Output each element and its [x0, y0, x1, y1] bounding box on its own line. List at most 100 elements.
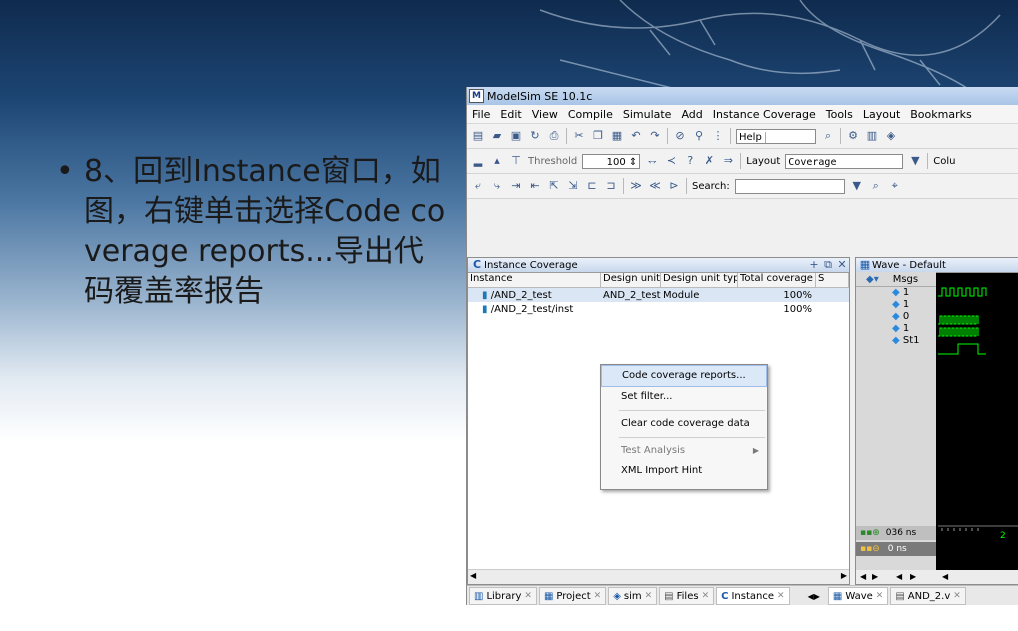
- search-icon[interactable]: ⌕: [869, 179, 883, 193]
- menu-bookmarks[interactable]: Bookmarks: [905, 108, 976, 121]
- coverage-bars-icon[interactable]: ▂: [471, 154, 485, 168]
- menu-tools[interactable]: Tools: [821, 108, 858, 121]
- tab-close-icon[interactable]: ✕: [777, 591, 785, 601]
- column-header[interactable]: Design unit: [601, 273, 661, 287]
- tab-and2-v[interactable]: ▤ AND_2.v ✕: [890, 587, 966, 605]
- column-header[interactable]: Design unit type: [661, 273, 738, 287]
- column-header[interactable]: Total coverage: [738, 273, 816, 287]
- step-out-icon[interactable]: ⇤: [528, 179, 542, 193]
- threshold-input[interactable]: 100 ⇕: [582, 153, 641, 169]
- print-icon[interactable]: ⎙: [547, 129, 561, 143]
- menu-item-clear-coverage[interactable]: Clear code coverage data: [601, 414, 767, 434]
- search-dropdown-icon[interactable]: ▼: [850, 179, 864, 193]
- question-icon[interactable]: ?: [683, 154, 697, 168]
- cursor-tools-icon[interactable]: ▪▪⊕: [860, 528, 880, 538]
- exclude-icon[interactable]: ✗: [702, 154, 716, 168]
- tab-wave[interactable]: ▦ Wave ✕: [827, 587, 889, 605]
- layout-select[interactable]: Coverage: [785, 153, 904, 169]
- search-input[interactable]: [734, 178, 845, 194]
- tab-close-icon[interactable]: ✕: [645, 591, 653, 601]
- tab-scroll-icon[interactable]: ◀▶: [808, 592, 820, 601]
- table-row[interactable]: ▮ /AND_2_test AND_2_test Module 100%: [468, 288, 849, 302]
- wave-shift-icon[interactable]: ≪: [648, 179, 662, 193]
- find-icon[interactable]: ⚲: [692, 129, 706, 143]
- save-icon[interactable]: ▣: [509, 129, 523, 143]
- wave-scrollbar[interactable]: ◀ ▶ ◀ ▶ ◀: [856, 570, 1018, 584]
- help-field[interactable]: Help: [736, 128, 816, 144]
- end-icon[interactable]: ⊐: [604, 179, 618, 193]
- tab-sim[interactable]: ◈ sim ✕: [608, 587, 658, 605]
- menu-item-set-filter[interactable]: Set filter...: [601, 387, 767, 407]
- coverage-filter-icon[interactable]: ⊤: [509, 154, 523, 168]
- menu-item-test-analysis[interactable]: Test Analysis ▶: [601, 441, 767, 461]
- compile-icon[interactable]: ⚙: [846, 129, 860, 143]
- menu-layout[interactable]: Layout: [858, 108, 905, 121]
- step-icon[interactable]: ⤶: [471, 179, 485, 193]
- wave-cursor-icon[interactable]: ⊳: [667, 179, 681, 193]
- tab-instance[interactable]: C Instance ✕: [716, 587, 790, 605]
- menu-file[interactable]: File: [467, 108, 495, 121]
- signal-tool-icon[interactable]: ◆▾: [866, 274, 879, 285]
- menu-item-code-coverage-reports[interactable]: Code coverage reports...: [601, 365, 767, 387]
- tab-close-icon[interactable]: ✕: [524, 591, 532, 601]
- tab-files[interactable]: ▤ Files ✕: [659, 587, 715, 605]
- wave-insert-icon[interactable]: ≫: [629, 179, 643, 193]
- pane-undock-icon[interactable]: ⧉: [821, 258, 835, 272]
- signal-row[interactable]: ◆ 1: [856, 299, 936, 311]
- open-folder-icon[interactable]: ▰: [490, 129, 504, 143]
- pane-add-icon[interactable]: +: [807, 258, 821, 272]
- reload-icon[interactable]: ↻: [528, 129, 542, 143]
- break-point-icon[interactable]: ⊏: [585, 179, 599, 193]
- tab-close-icon[interactable]: ✕: [953, 591, 961, 601]
- arrow-right-icon[interactable]: ⇒: [721, 154, 735, 168]
- collapse-icon[interactable]: ⋮: [711, 129, 725, 143]
- break-icon[interactable]: ⊘: [673, 129, 687, 143]
- chevron-down-icon[interactable]: ▼: [908, 154, 922, 168]
- waveform-display[interactable]: 2: [938, 272, 1018, 572]
- scroll-left-icon[interactable]: ◀: [896, 572, 902, 581]
- tab-close-icon[interactable]: ✕: [876, 591, 884, 601]
- signal-row[interactable]: ◆ 1: [856, 323, 936, 335]
- less-than-icon[interactable]: ≺: [664, 154, 678, 168]
- copy-icon[interactable]: ❐: [591, 129, 605, 143]
- scroll-right-icon[interactable]: ▶: [872, 572, 878, 581]
- menu-edit[interactable]: Edit: [495, 108, 526, 121]
- menu-simulate[interactable]: Simulate: [618, 108, 677, 121]
- menu-instance-coverage[interactable]: Instance Coverage: [708, 108, 821, 121]
- scroll-right-icon[interactable]: ▶: [841, 571, 847, 580]
- paste-icon[interactable]: ▦: [610, 129, 624, 143]
- signal-row[interactable]: ◆ 1: [856, 287, 936, 299]
- continue-icon[interactable]: ⇲: [566, 179, 580, 193]
- menu-compile[interactable]: Compile: [563, 108, 618, 121]
- signal-row[interactable]: ◆ 0: [856, 311, 936, 323]
- restart-icon[interactable]: ⇱: [547, 179, 561, 193]
- tab-library[interactable]: ▥ Library ✕: [469, 587, 537, 605]
- tab-close-icon[interactable]: ✕: [702, 591, 710, 601]
- tab-close-icon[interactable]: ✕: [594, 591, 602, 601]
- scroll-left-icon[interactable]: ◀: [860, 572, 866, 581]
- undo-icon[interactable]: ↶: [629, 129, 643, 143]
- simulate-icon[interactable]: ▥: [865, 129, 879, 143]
- coverage-up-icon[interactable]: ▴: [490, 154, 504, 168]
- pane-close-icon[interactable]: ✕: [835, 258, 849, 272]
- column-header[interactable]: Instance: [468, 273, 601, 287]
- filter-icon[interactable]: ⥐: [645, 154, 659, 168]
- step-over-icon[interactable]: ⤷: [490, 179, 504, 193]
- table-row[interactable]: ▮ /AND_2_test/inst 100%: [468, 302, 849, 316]
- menu-item-xml-import-hint[interactable]: XML Import Hint: [601, 461, 767, 481]
- new-file-icon[interactable]: ▤: [471, 129, 485, 143]
- redo-icon[interactable]: ↷: [648, 129, 662, 143]
- horizontal-scrollbar[interactable]: ◀ ▶: [468, 569, 849, 584]
- signal-row[interactable]: ◆ St1: [856, 335, 936, 347]
- search-options-icon[interactable]: ⌖: [888, 179, 902, 193]
- scroll-right-icon[interactable]: ▶: [910, 572, 916, 581]
- step-in-icon[interactable]: ⇥: [509, 179, 523, 193]
- menu-view[interactable]: View: [527, 108, 563, 121]
- tab-project[interactable]: ▦ Project ✕: [538, 587, 607, 605]
- cut-icon[interactable]: ✂: [572, 129, 586, 143]
- column-header[interactable]: S: [816, 273, 849, 287]
- menu-add[interactable]: Add: [676, 108, 707, 121]
- scroll-left-icon[interactable]: ◀: [942, 572, 948, 581]
- scroll-left-icon[interactable]: ◀: [470, 571, 476, 580]
- cursor-lock-icon[interactable]: ▪▪⊖: [860, 544, 880, 554]
